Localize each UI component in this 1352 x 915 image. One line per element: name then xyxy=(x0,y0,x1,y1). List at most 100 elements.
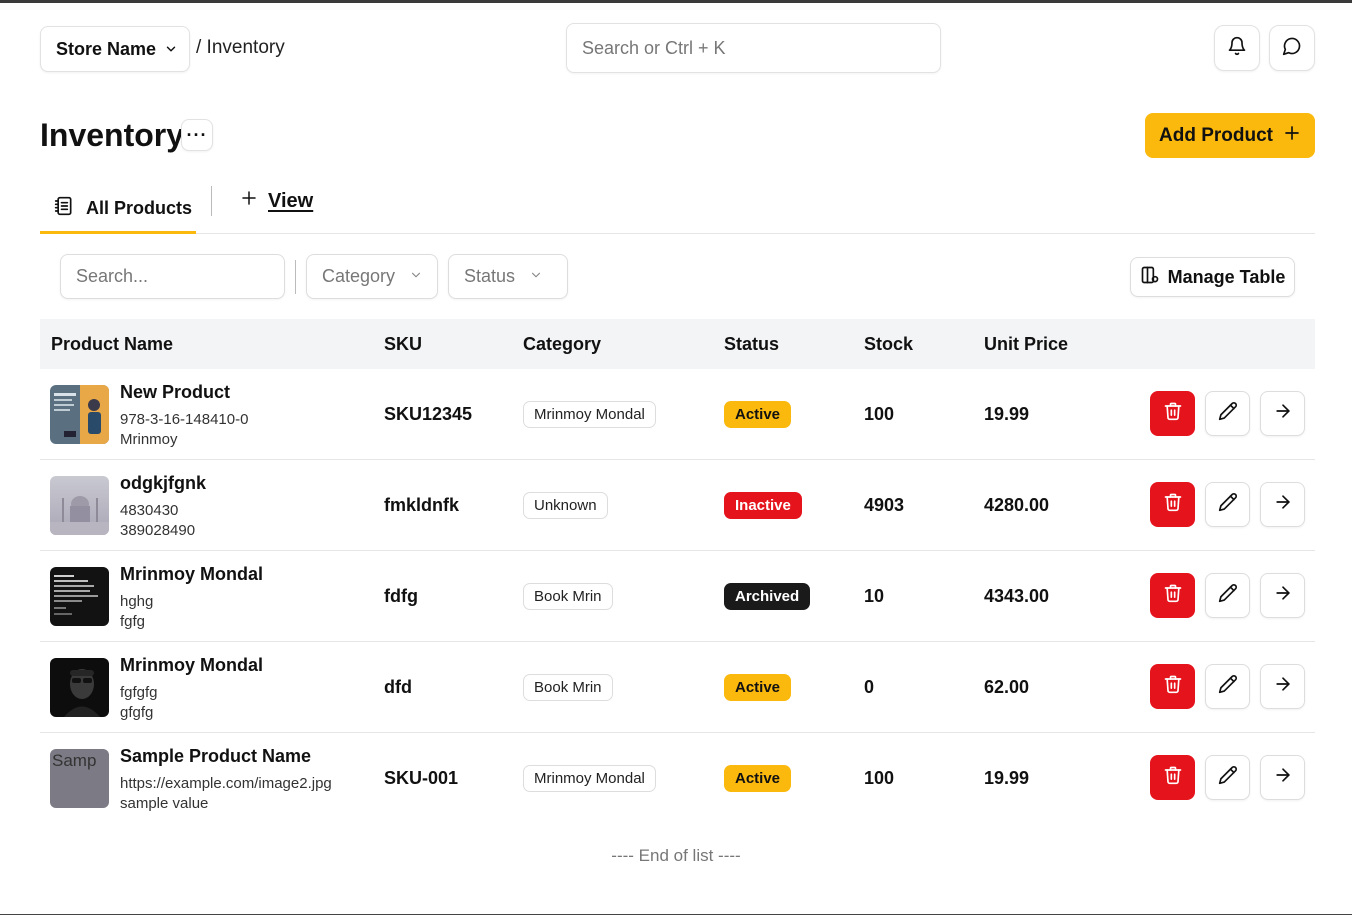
ellipsis-icon: ··· xyxy=(186,125,208,145)
delete-button[interactable] xyxy=(1150,664,1195,709)
product-sku: SKU-001 xyxy=(384,768,459,788)
tab-all-products-label: All Products xyxy=(86,198,193,218)
product-stock: 100 xyxy=(864,768,895,788)
table-row[interactable]: Mrinmoy Mondal hghg fgfg fdfg Book Mrin … xyxy=(40,551,1315,642)
product-thumbnail xyxy=(50,567,109,626)
plus-icon xyxy=(240,189,258,213)
product-price: 62.00 xyxy=(984,677,1030,697)
product-name[interactable]: odgkjfgnk xyxy=(120,473,206,494)
status-filter[interactable]: Status xyxy=(448,254,568,299)
column-header-sku[interactable]: SKU xyxy=(384,334,422,355)
status-badge: Active xyxy=(724,401,792,428)
delete-button[interactable] xyxy=(1150,573,1195,618)
chevron-down-icon xyxy=(409,266,423,287)
trash-icon xyxy=(1163,583,1183,608)
table-row[interactable]: New Product 978-3-16-148410-0 Mrinmoy SK… xyxy=(40,369,1315,460)
notebook-icon xyxy=(54,196,74,221)
pencil-icon xyxy=(1218,583,1238,608)
page-title: Inventory xyxy=(40,117,185,153)
product-price: 4280.00 xyxy=(984,495,1050,515)
column-header-unit-price[interactable]: Unit Price xyxy=(984,334,1068,355)
product-detail: 978-3-16-148410-0 xyxy=(120,411,249,428)
table-row[interactable]: odgkjfgnk 4830430 389028490 fmkldnfk Unk… xyxy=(40,460,1315,551)
product-stock: 100 xyxy=(864,404,895,424)
column-header-product-name[interactable]: Product Name xyxy=(51,334,173,355)
product-sku: fdfg xyxy=(384,586,418,606)
pencil-icon xyxy=(1218,492,1238,517)
trash-icon xyxy=(1163,492,1183,517)
tab-separator xyxy=(211,186,212,216)
edit-button[interactable] xyxy=(1205,391,1250,436)
window-top-border xyxy=(0,0,1352,3)
open-details-button[interactable] xyxy=(1260,391,1305,436)
product-price: 19.99 xyxy=(984,404,1030,424)
arrow-right-icon xyxy=(1273,674,1293,699)
status-filter-label: Status xyxy=(464,266,516,286)
filter-separator xyxy=(295,260,296,294)
status-badge: Active xyxy=(724,765,792,792)
product-name[interactable]: New Product xyxy=(120,382,230,403)
trash-icon xyxy=(1163,674,1183,699)
edit-button[interactable] xyxy=(1205,573,1250,618)
delete-button[interactable] xyxy=(1150,391,1195,436)
delete-button[interactable] xyxy=(1150,482,1195,527)
tab-all-products[interactable]: All Products xyxy=(40,184,196,233)
column-header-status[interactable]: Status xyxy=(724,334,779,355)
product-name[interactable]: Mrinmoy Mondal xyxy=(120,655,263,676)
store-selector[interactable]: Store Name xyxy=(40,26,190,72)
open-details-button[interactable] xyxy=(1260,664,1305,709)
manage-table-button[interactable]: Manage Table xyxy=(1130,257,1295,297)
category-chip: Unknown xyxy=(523,492,608,519)
category-chip: Mrinmoy Mondal xyxy=(523,765,656,792)
product-thumbnail xyxy=(50,658,109,717)
end-of-list-text: ---- End of list ---- xyxy=(611,846,741,865)
table-row[interactable]: Mrinmoy Mondal fgfgfg gfgfg dfd Book Mri… xyxy=(40,642,1315,733)
chat-bubble-icon xyxy=(1282,36,1302,61)
bell-icon xyxy=(1227,36,1247,61)
messages-button[interactable] xyxy=(1269,25,1315,71)
edit-button[interactable] xyxy=(1205,755,1250,800)
category-chip: Mrinmoy Mondal xyxy=(523,401,656,428)
table-row[interactable]: Samp Sample Product Name https://example… xyxy=(40,733,1315,824)
arrow-right-icon xyxy=(1273,492,1293,517)
product-detail: fgfgfg xyxy=(120,684,158,701)
notifications-button[interactable] xyxy=(1214,25,1260,71)
open-details-button[interactable] xyxy=(1260,482,1305,527)
store-selector-label: Store Name xyxy=(56,38,157,59)
product-stock: 10 xyxy=(864,586,885,606)
category-filter-label: Category xyxy=(322,266,396,286)
global-search-input[interactable] xyxy=(566,23,941,73)
edit-button[interactable] xyxy=(1205,482,1250,527)
product-stock: 0 xyxy=(864,677,875,697)
more-options-button[interactable]: ··· xyxy=(181,119,213,151)
open-details-button[interactable] xyxy=(1260,573,1305,618)
column-header-category[interactable]: Category xyxy=(523,334,601,355)
arrow-right-icon xyxy=(1273,765,1293,790)
manage-table-label: Manage Table xyxy=(1167,266,1286,287)
open-details-button[interactable] xyxy=(1260,755,1305,800)
product-sku: fmkldnfk xyxy=(384,495,460,515)
columns-settings-icon xyxy=(1140,265,1160,290)
table-header: Product Name SKU Category Status Stock U… xyxy=(40,319,1315,369)
add-view-button[interactable]: View xyxy=(240,189,313,213)
status-badge: Inactive xyxy=(724,492,802,519)
product-name[interactable]: Sample Product Name xyxy=(120,746,311,767)
delete-button[interactable] xyxy=(1150,755,1195,800)
product-name[interactable]: Mrinmoy Mondal xyxy=(120,564,263,585)
product-sku: dfd xyxy=(384,677,412,697)
add-product-button[interactable]: Add Product xyxy=(1145,113,1315,158)
table-search-input[interactable] xyxy=(60,254,285,299)
column-header-stock[interactable]: Stock xyxy=(864,334,913,355)
status-badge: Archived xyxy=(724,583,811,610)
plus-icon xyxy=(1283,124,1301,148)
tabs-divider xyxy=(40,233,1315,234)
edit-button[interactable] xyxy=(1205,664,1250,709)
product-detail: 4830430 xyxy=(120,502,179,519)
category-chip: Book Mrin xyxy=(523,674,613,701)
arrow-right-icon xyxy=(1273,583,1293,608)
product-thumbnail xyxy=(50,385,109,444)
pencil-icon xyxy=(1218,674,1238,699)
product-detail: fgfg xyxy=(120,613,146,630)
broken-image-alt-text: Samp xyxy=(52,751,97,770)
category-filter[interactable]: Category xyxy=(306,254,438,299)
